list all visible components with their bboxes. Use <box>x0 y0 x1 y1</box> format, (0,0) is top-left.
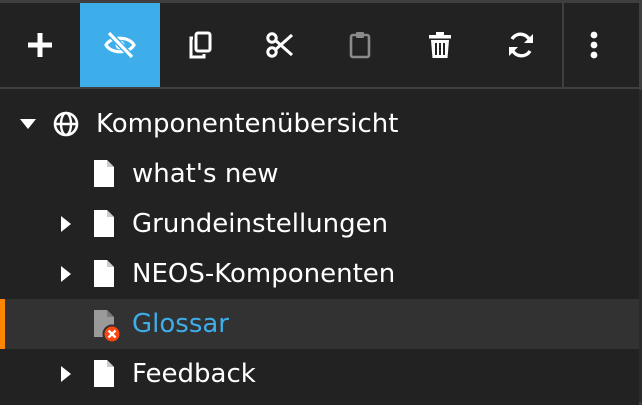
tree-node-label: Feedback <box>132 359 256 389</box>
caret-right-icon[interactable] <box>56 264 76 284</box>
copy-icon <box>188 31 212 59</box>
tree-node[interactable]: NEOS-Komponenten <box>0 249 639 299</box>
toggle-hidden-button[interactable] <box>80 3 160 87</box>
file-icon <box>94 360 114 387</box>
file-icon <box>94 210 114 237</box>
sync-icon <box>506 30 536 60</box>
scissors-icon <box>266 31 294 59</box>
file-error-icon <box>94 310 124 346</box>
paste-button[interactable] <box>320 3 400 87</box>
caret-right-icon[interactable] <box>56 214 76 234</box>
delete-button[interactable] <box>400 3 480 87</box>
tree-node[interactable]: what's new <box>0 149 639 199</box>
caret-down-icon[interactable] <box>18 114 38 134</box>
tree-node-label: Komponentenübersicht <box>96 109 399 139</box>
caret-right-icon[interactable] <box>56 364 76 384</box>
copy-button[interactable] <box>160 3 240 87</box>
cut-button[interactable] <box>240 3 320 87</box>
clipboard-icon <box>349 31 371 59</box>
tree-node[interactable]: Feedback <box>0 349 639 399</box>
file-icon <box>94 160 114 187</box>
refresh-button[interactable] <box>480 3 562 87</box>
globe-icon <box>53 111 79 137</box>
file-icon <box>94 260 114 287</box>
tree-node[interactable]: Grundeinstellungen <box>0 199 639 249</box>
add-node-button[interactable] <box>0 3 80 87</box>
tree-node-root[interactable]: Komponentenübersicht <box>0 99 639 149</box>
ellipsis-vertical-icon <box>590 31 598 59</box>
document-tree: Komponentenübersicht what's new Grundein… <box>0 99 639 399</box>
tree-node-selected[interactable]: Glossar <box>0 299 639 349</box>
tree-toolbar <box>0 3 639 89</box>
tree-node-label: Glossar <box>132 309 229 339</box>
trash-icon <box>428 31 452 59</box>
tree-node-label: Grundeinstellungen <box>132 209 389 239</box>
eye-slash-icon <box>103 31 137 59</box>
tree-node-label: NEOS-Komponenten <box>132 259 396 289</box>
tree-node-label: what's new <box>132 159 279 189</box>
more-button[interactable] <box>564 3 624 87</box>
plus-icon <box>27 32 53 58</box>
